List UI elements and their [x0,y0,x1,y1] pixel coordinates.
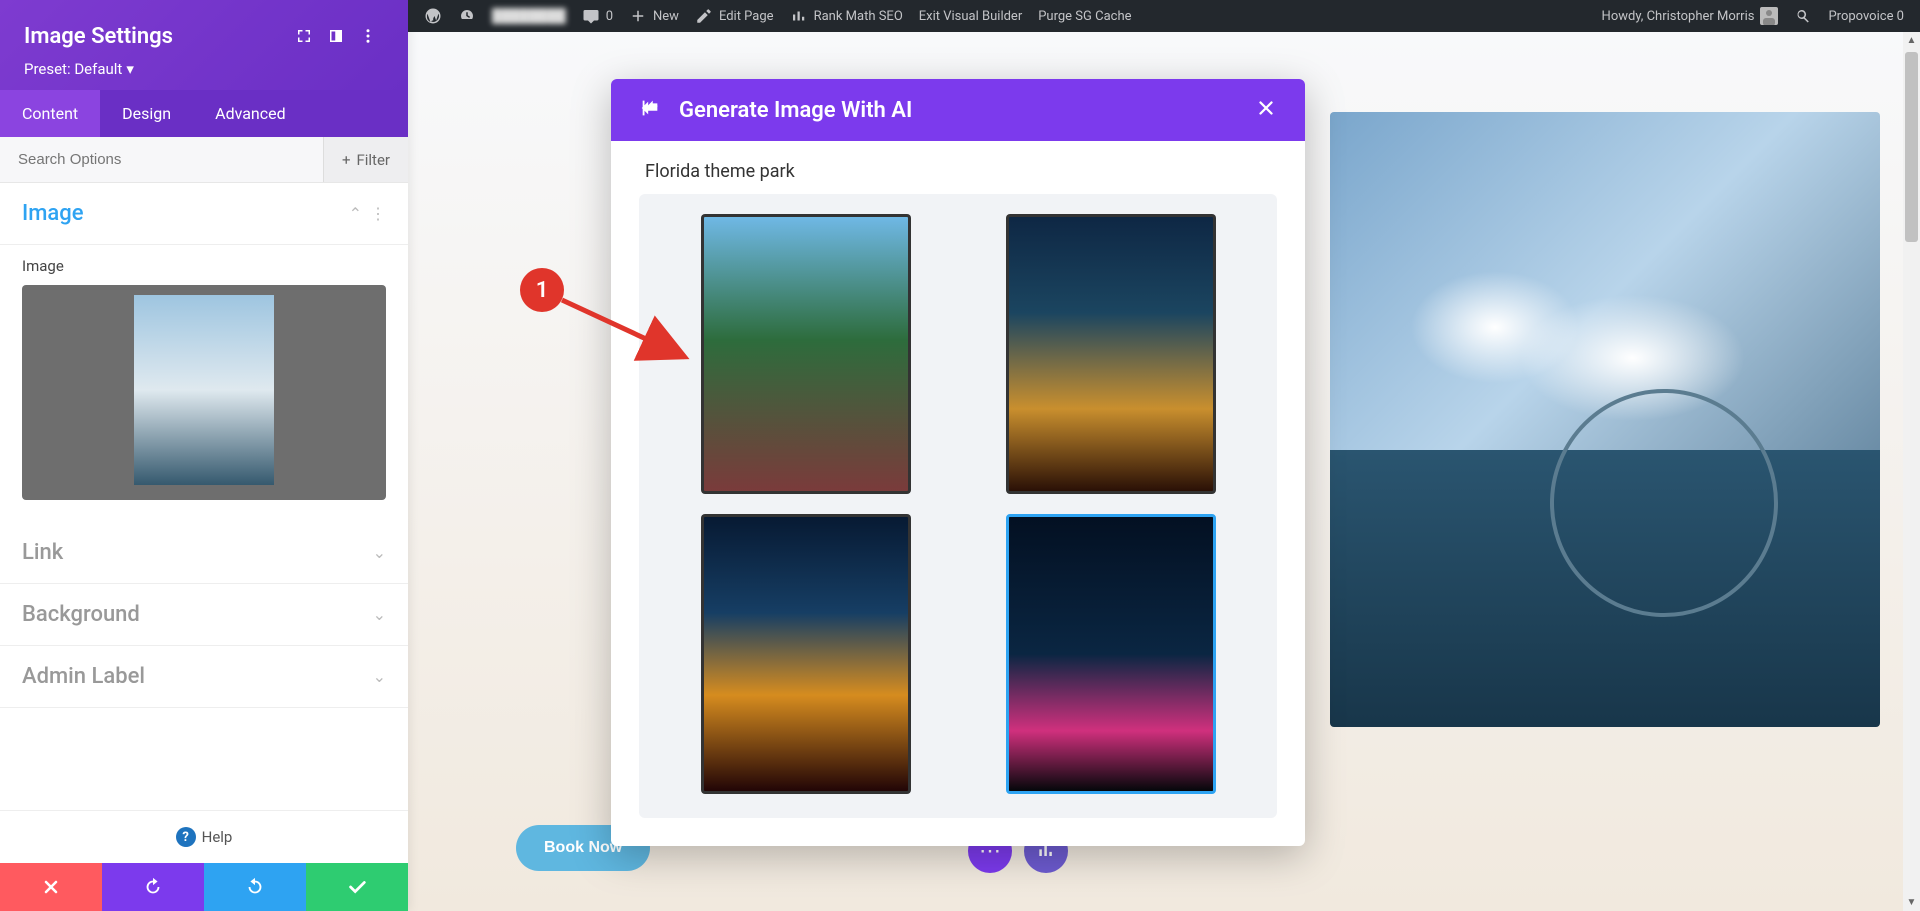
ai-result-3[interactable] [701,514,911,794]
search-icon[interactable] [1786,0,1820,32]
help-link[interactable]: ? Help [0,810,408,863]
hero-image [1330,112,1880,727]
section-image-title: Image [22,201,349,226]
propovoice-label: Propovoice 0 [1828,9,1904,24]
modal-title: Generate Image With AI [679,98,1249,123]
filter-button[interactable]: + Filter [323,137,408,182]
filter-label: Filter [356,151,390,169]
chevron-up-icon: ⌃ [349,204,362,223]
annotation-marker-1: 1 [520,268,564,312]
site-name-label: ████████ [492,8,566,24]
page-scrollbar[interactable]: ▲ ▼ [1903,32,1920,911]
annotation-arrow-icon [540,282,710,372]
cancel-button[interactable] [0,863,102,911]
rank-math-label: Rank Math SEO [814,9,903,24]
wp-admin-bar: ████████ 0 New Edit Page Rank Math SEO E… [408,0,1920,32]
close-icon [41,877,61,897]
image-preview[interactable] [22,285,386,500]
tab-content[interactable]: Content [0,90,100,137]
plus-icon [629,7,647,25]
purge-label: Purge SG Cache [1038,9,1131,24]
undo-icon [142,876,164,898]
chevron-down-icon: ▾ [126,60,134,78]
settings-tabs: Content Design Advanced [0,90,408,137]
kebab-icon[interactable] [352,20,384,52]
howdy-label: Howdy, Christopher Morris [1602,9,1755,24]
propovoice-link[interactable]: Propovoice 0 [1820,0,1912,32]
section-admin-label-toggle[interactable]: Admin Label ⌄ [0,646,408,708]
image-field-label: Image [22,257,386,275]
comments-count: 0 [606,9,613,24]
panel-action-bar [0,863,408,911]
chart-icon [790,7,808,25]
close-icon [1255,97,1277,119]
dashboard-icon[interactable] [450,0,484,32]
exit-vb-label: Exit Visual Builder [919,9,1022,24]
panel-title: Image Settings [24,24,288,49]
image-thumbnail [134,295,274,485]
check-icon [346,876,368,898]
comment-icon [582,7,600,25]
dock-icon[interactable] [320,20,352,52]
expand-icon[interactable] [288,20,320,52]
close-button[interactable] [1249,91,1283,129]
howdy-user[interactable]: Howdy, Christopher Morris [1594,0,1787,32]
section-link-title: Link [22,540,373,565]
chevron-down-icon: ⌄ [373,605,386,624]
panel-header: Image Settings Preset: Default ▾ [0,0,408,90]
section-background-title: Background [22,602,373,627]
ai-thumbnail [1009,217,1213,491]
ai-thumbnail [704,517,908,791]
preset-label: Preset: Default [24,60,122,78]
comments-link[interactable]: 0 [574,0,621,32]
redo-icon [244,876,266,898]
section-kebab-icon[interactable]: ⋮ [370,204,386,223]
tab-design[interactable]: Design [100,90,193,137]
image-field: Image [0,245,408,522]
ai-result-1[interactable] [701,214,911,494]
search-options-input[interactable] [0,137,323,182]
pencil-icon [695,7,713,25]
preset-dropdown[interactable]: Preset: Default ▾ [24,60,384,78]
scroll-up-icon[interactable]: ▲ [1903,32,1920,49]
section-image-toggle[interactable]: Image ⌃ ⋮ [0,183,408,245]
plus-icon: + [342,151,351,169]
scroll-thumb[interactable] [1905,52,1918,242]
scroll-down-icon[interactable]: ▼ [1903,894,1920,911]
redo-button[interactable] [204,863,306,911]
section-link-toggle[interactable]: Link ⌄ [0,522,408,584]
ai-results-grid [639,194,1277,818]
wp-logo-icon[interactable] [416,0,450,32]
rank-math-link[interactable]: Rank Math SEO [782,0,911,32]
edit-page-link[interactable]: Edit Page [687,0,782,32]
tab-advanced[interactable]: Advanced [193,90,308,137]
back-button[interactable] [633,91,667,129]
ai-result-4[interactable] [1006,514,1216,794]
help-label: Help [202,828,233,846]
modal-header: Generate Image With AI [611,79,1305,141]
ai-thumbnail [1009,517,1213,791]
options-body: Image ⌃ ⋮ Image Link ⌄ Background ⌄ Admi… [0,183,408,810]
new-link[interactable]: New [621,0,687,32]
module-settings-panel: Image Settings Preset: Default ▾ Content… [0,0,408,911]
chevron-down-icon: ⌄ [373,543,386,562]
ai-thumbnail [704,217,908,491]
section-admin-label-title: Admin Label [22,664,373,689]
question-icon: ? [176,827,196,847]
edit-page-label: Edit Page [719,9,774,24]
save-button[interactable] [306,863,408,911]
exit-visual-builder-link[interactable]: Exit Visual Builder [911,0,1030,32]
ai-prompt-text: Florida theme park [611,141,1305,194]
purge-cache-link[interactable]: Purge SG Cache [1030,0,1139,32]
back-arrow-icon [639,97,661,119]
chevron-down-icon: ⌄ [373,667,386,686]
new-label: New [653,9,679,24]
site-name[interactable]: ████████ [484,0,574,32]
avatar [1760,7,1778,25]
ai-result-2[interactable] [1006,214,1216,494]
generate-image-ai-modal: Generate Image With AI Florida theme par… [611,79,1305,846]
undo-button[interactable] [102,863,204,911]
section-background-toggle[interactable]: Background ⌄ [0,584,408,646]
